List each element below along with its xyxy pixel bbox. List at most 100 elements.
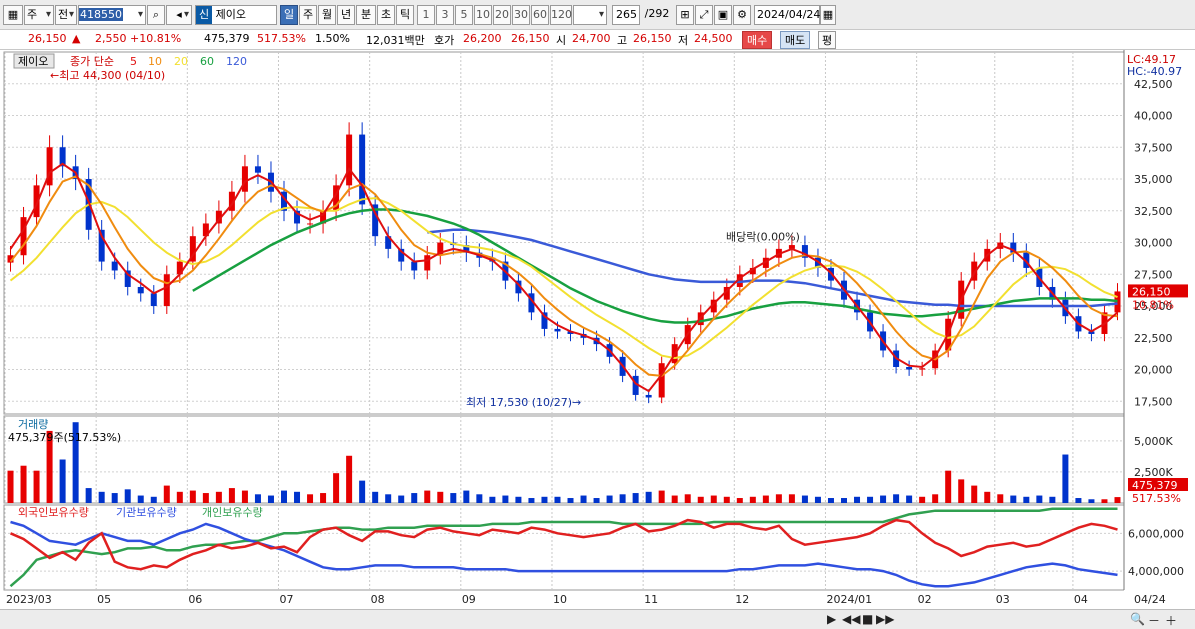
volume-bar [450,493,457,503]
volume-bar [645,491,652,503]
tab-year[interactable]: 년 [337,5,355,25]
save-icon[interactable]: ▣ [714,5,732,25]
zoom-icon[interactable]: ⤢ [695,5,713,25]
volume-bar [580,495,587,503]
price-tick-label: 27,500 [1134,268,1173,281]
period-select[interactable]: 주 [24,5,54,25]
candle-body [150,293,157,307]
rewind-button[interactable]: ◀◀ [842,612,860,626]
legend-ma-60: 60 [200,55,214,68]
volume-bar [997,494,1004,503]
volume-bar [281,490,287,503]
quote-bar: 26,150 ▲ 2,550 +10.81% 475,379 517.53% 1… [0,30,1195,50]
stop-button[interactable]: ■ [862,612,873,626]
price-tick-label: 42,500 [1134,78,1173,91]
legend-ma-20: 20 [174,55,188,68]
volume-bar [359,480,366,503]
candle-body [645,394,652,398]
fast-forward-button[interactable]: ▶▶ [876,612,894,626]
hoga-label: 호가 [434,34,455,47]
stock-code-input[interactable]: 418550 [78,5,146,25]
change-pct: +10.81% [130,32,182,45]
volume-bar [1088,499,1095,503]
volume-bar [841,498,847,503]
volume-bar [33,470,40,503]
bar-count-input[interactable]: 265 [612,5,640,25]
tab-second[interactable]: 초 [377,5,395,25]
volume-bar [98,491,105,503]
price-axis-area [1124,50,1195,610]
speaker-icon[interactable]: ◂ [166,5,192,25]
volume-bar [137,495,144,503]
volume-bar [1010,495,1017,503]
period-5[interactable]: 5 [455,5,473,25]
grid-icon[interactable]: ⊞ [676,5,694,25]
period-120[interactable]: 120 [550,5,572,25]
volume-bar [723,496,730,503]
sell-button[interactable]: 매도 [780,31,811,49]
stock-chart[interactable]: 2023/03 05 06 07 08 09 10 11 12 2024/01 02 03 04 04/2… [0,50,1195,610]
volume-bar [945,470,952,503]
volume-bar [163,485,170,503]
hc-readout: HC:-40.97 [1127,65,1182,78]
buy-button[interactable]: 매수 [742,31,773,49]
period-3[interactable]: 3 [436,5,454,25]
gear-icon[interactable]: ⚙ [733,5,751,25]
calendar-icon[interactable]: ▦ [820,5,836,25]
tab-month[interactable]: 월 [318,5,336,25]
turnover: 1.50% [315,32,350,45]
type-select[interactable]: 전 [55,5,77,25]
volume-bar [515,496,522,503]
tab-day[interactable]: 일 [280,5,298,25]
period-60[interactable]: 60 [531,5,549,25]
volume-bar [658,490,665,503]
volume-bar [424,490,431,503]
volume-bar [241,490,248,503]
x-tick-label: 07 [279,593,293,606]
volume-bar [228,488,235,503]
x-tick-label: 12 [735,593,749,606]
volume-bar [85,488,92,503]
chart-type-icon[interactable]: ▦ [3,5,23,25]
stock-name-label: 제이오 [18,55,48,68]
volume-bar [958,479,965,503]
zoom-out-button[interactable]: － [1148,612,1160,629]
volume-bar [7,470,14,503]
low-price: 24,500 [694,32,733,45]
period-20[interactable]: 20 [493,5,511,25]
search-icon[interactable]: ⌕ [147,5,165,25]
volume-bar [906,495,913,503]
date-input[interactable]: 2024/04/24 [754,5,820,25]
tab-minute[interactable]: 분 [356,5,376,25]
chart-navigation: ▶ ◀◀ ■ ▶▶ 🔍 － ＋ [0,609,1195,629]
volume-bar [541,496,548,503]
scroll-right-button[interactable]: ▶ [827,612,836,626]
zoom-in-button[interactable]: ＋ [1165,612,1177,629]
volume-bar [294,491,301,503]
candle-body [554,328,561,332]
flat-button[interactable]: 평 [818,31,837,49]
volume-bar [398,495,405,503]
x-tick-label: 03 [996,593,1010,606]
period-1[interactable]: 1 [417,5,435,25]
stock-name-field[interactable]: 신 제이오 [195,5,277,25]
candle-body [241,166,248,192]
x-tick-label: 2023/03 [6,593,52,606]
volume-bar [554,496,561,503]
candle-body [411,261,418,271]
legend-ma-120: 120 [226,55,247,68]
period-10[interactable]: 10 [474,5,492,25]
volume-bar [736,498,743,503]
zoom-icon[interactable]: 🔍 [1130,612,1145,626]
volume-ratio: 517.53% [257,32,306,45]
x-tick-label: 2024/01 [826,593,872,606]
tab-tick[interactable]: 틱 [396,5,414,25]
volume-bar [1062,454,1069,503]
tab-week[interactable]: 주 [299,5,317,25]
period-select-custom[interactable] [573,5,607,25]
x-tick-label: 10 [553,593,567,606]
volume-bar [984,491,991,503]
period-30[interactable]: 30 [512,5,530,25]
price-tick-label: 30,000 [1134,237,1173,250]
candle-body [359,134,366,205]
